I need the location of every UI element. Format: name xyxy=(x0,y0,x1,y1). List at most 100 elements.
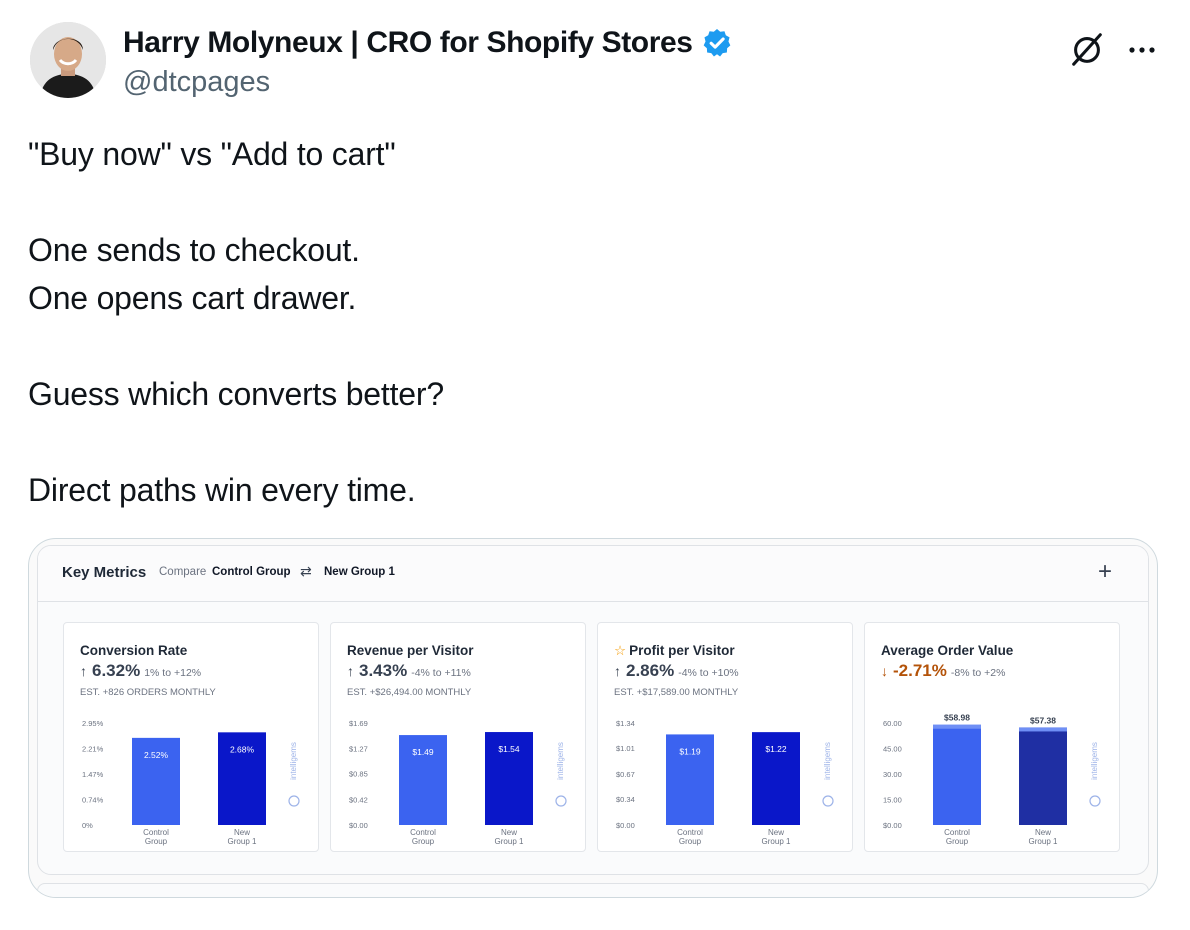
metric-lift-value: 3.43% xyxy=(359,661,408,680)
compare-group-b: New Group 1 xyxy=(324,566,395,578)
x-tick-label: Group 1 xyxy=(1029,837,1058,846)
tweet-media-image[interactable]: Key Metrics Compare Control Group ⇄ New … xyxy=(28,538,1158,898)
metric-bar-chart: 60.00 45.00 30.00 15.00 $0.00 $58.98 Control Gr… xyxy=(873,709,1113,849)
x-tick-label: New xyxy=(501,828,517,837)
metric-lift-value: -2.71% xyxy=(893,661,947,680)
arrow-up-icon: ↑ xyxy=(80,663,87,679)
y-tick-label: 2.95% xyxy=(82,719,104,728)
metric-title: Conversion Rate xyxy=(80,643,188,658)
bar-chart-svg: 60.0045.0030.0015.00$0.00$58.98ControlGr… xyxy=(883,713,1101,846)
y-tick-label: $0.67 xyxy=(616,770,635,779)
tweet-line: Guess which converts better? xyxy=(28,376,444,412)
tweet-text: "Buy now" vs "Add to cart" One sends to … xyxy=(28,130,1148,514)
metric-bar-chart: $1.34 $1.01 $0.67 $0.34 $0.00 $1.19 Control Gro… xyxy=(606,709,846,849)
x-tick-label: Group 1 xyxy=(762,837,791,846)
metric-card-profit-per-visitor: ☆ Profit per Visitor ↑ 2.86% -4% to +10% … xyxy=(597,622,853,852)
metric-card-revenue-per-visitor: Revenue per Visitor ↑ 3.43% -4% to +11% … xyxy=(330,622,586,852)
metric-title: Average Order Value xyxy=(881,643,1014,658)
y-tick-label: $1.01 xyxy=(616,744,635,753)
bar-cap xyxy=(933,724,981,729)
bar-value-label: $57.38 xyxy=(1030,715,1056,725)
arrow-up-icon: ↑ xyxy=(614,663,621,679)
x-tick-label: Control xyxy=(677,828,703,837)
y-tick-label: $0.85 xyxy=(349,770,368,779)
bar-value-label: $1.19 xyxy=(679,746,701,756)
metric-estimate: EST. +$26,494.00 MONTHLY xyxy=(347,687,472,698)
metric-estimate: EST. +$17,589.00 MONTHLY xyxy=(614,687,739,698)
arrow-down-icon: ↓ xyxy=(881,663,888,679)
metric-bar-chart: 2.95% 2.21% 1.47% 0.74% 0% 2.52% Control Group 2… xyxy=(72,709,312,849)
tweet-line-gap xyxy=(28,178,1148,226)
metric-lift-range: -4% to +11% xyxy=(411,667,471,679)
x-tick-label: Group xyxy=(946,837,969,846)
bar-value-label: $1.49 xyxy=(412,747,434,757)
y-tick-label: 2.21% xyxy=(82,745,104,754)
watermark-logo-icon xyxy=(1089,795,1101,807)
avatar-portrait-icon xyxy=(30,22,106,98)
metric-lift-value: 6.32% xyxy=(92,661,141,680)
watermark-label: intelligems xyxy=(823,742,832,780)
avatar[interactable] xyxy=(30,22,106,98)
y-tick-label: $1.34 xyxy=(616,719,635,728)
metric-card-conversion-rate: Conversion Rate ↑ 6.32% 1% to +12% EST. … xyxy=(63,622,319,852)
x-tick-label: Group xyxy=(145,837,168,846)
y-tick-label: $0.00 xyxy=(349,821,368,830)
watermark-label: intelligems xyxy=(289,742,298,780)
metric-bar-chart: $1.69 $1.27 $0.85 $0.42 $0.00 $1.49 Control Gro… xyxy=(339,709,579,849)
x-tick-label: Group xyxy=(412,837,435,846)
y-tick-label: 1.47% xyxy=(82,770,104,779)
tweet-line: Direct paths win every time. xyxy=(28,472,416,508)
bar-value-label: 2.68% xyxy=(230,744,255,754)
arrow-up-icon: ↑ xyxy=(347,663,354,679)
x-tick-label: Group 1 xyxy=(495,837,524,846)
metric-lift: ↑ 3.43% -4% to +11% xyxy=(347,661,471,681)
metric-card-average-order-value: Average Order Value ↓ -2.71% -8% to +2% … xyxy=(864,622,1120,852)
x-tick-label: Group xyxy=(679,837,702,846)
more-options-icon[interactable] xyxy=(1122,30,1162,70)
metric-title-text: Profit per Visitor xyxy=(629,643,735,658)
y-tick-label: $1.69 xyxy=(349,719,368,728)
bar-value-label: $58.98 xyxy=(944,713,970,723)
y-tick-label: $0.42 xyxy=(349,796,368,805)
metric-lift-value: 2.86% xyxy=(626,661,675,680)
bar-chart-svg: $1.34$1.01$0.67$0.34$0.00$1.19ControlGro… xyxy=(616,719,834,846)
author-name-text[interactable]: Harry Molyneux | CRO for Shopify Stores xyxy=(123,26,693,60)
author-name[interactable]: Harry Molyneux | CRO for Shopify Stores xyxy=(123,26,733,60)
bar-chart-svg: 2.95% 2.21% 1.47% 0.74% 0% 2.52% ControlGroup 2… xyxy=(82,719,300,846)
author-handle[interactable]: @dtcpages xyxy=(123,66,270,99)
next-panel-edge xyxy=(37,883,1149,897)
compare-group-a: Control Group xyxy=(212,566,291,578)
bar-chart-svg: $1.69$1.27$0.85$0.42$0.00$1.49ControlGro… xyxy=(349,719,567,846)
y-tick-label: 30.00 xyxy=(883,770,902,779)
tweet-line-gap xyxy=(28,418,1148,466)
y-tick-label: $0.00 xyxy=(883,821,902,830)
bar-value-label: $1.22 xyxy=(765,744,787,754)
metric-estimate: EST. +826 ORDERS MONTHLY xyxy=(80,687,216,698)
bar-value-label: $1.54 xyxy=(498,744,520,754)
tweet-header: Harry Molyneux | CRO for Shopify Stores … xyxy=(30,22,1160,102)
y-tick-label: 0% xyxy=(82,821,93,830)
metric-title: ☆ Profit per Visitor xyxy=(614,643,735,659)
bar-cap xyxy=(1019,727,1067,732)
x-tick-label: New xyxy=(1035,828,1051,837)
x-tick-label: Group 1 xyxy=(228,837,257,846)
metric-lift: ↓ -2.71% -8% to +2% xyxy=(881,661,1005,681)
x-tick-label: Control xyxy=(143,828,169,837)
key-metrics-title: Key Metrics xyxy=(62,564,147,581)
bar-value-label: 2.52% xyxy=(144,750,169,760)
verified-badge-icon xyxy=(703,29,730,57)
y-tick-label: $0.00 xyxy=(616,821,635,830)
y-tick-label: $1.27 xyxy=(349,744,368,753)
watermark-label: intelligems xyxy=(556,742,565,780)
add-metric-icon: + xyxy=(1098,558,1113,585)
tweet-line: "Buy now" vs "Add to cart" xyxy=(28,136,396,172)
grok-icon[interactable] xyxy=(1068,30,1106,68)
watermark-logo-icon xyxy=(288,795,300,807)
x-tick-label: New xyxy=(234,828,250,837)
key-metrics-header: Key Metrics Compare Control Group ⇄ New … xyxy=(38,546,1148,602)
x-tick-label: Control xyxy=(410,828,436,837)
tweet-line: One opens cart drawer. xyxy=(28,280,357,316)
metric-title: Revenue per Visitor xyxy=(347,643,474,658)
y-tick-label: 45.00 xyxy=(883,745,902,754)
y-tick-label: $0.34 xyxy=(616,795,635,804)
